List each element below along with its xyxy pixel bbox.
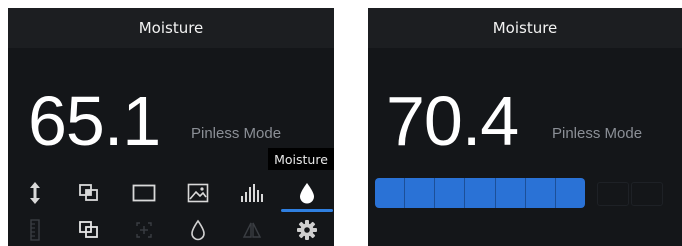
toolbar-item-overlap[interactable] bbox=[62, 172, 116, 214]
active-tab-indicator bbox=[280, 209, 333, 212]
right-screen: Moisture 70.4 Pinless Mode bbox=[368, 8, 682, 246]
bar-empty-segment bbox=[631, 182, 663, 206]
drop-outline-icon bbox=[190, 219, 206, 241]
toolbar2-item-drop[interactable] bbox=[171, 214, 225, 246]
screen-title: Moisture bbox=[492, 19, 558, 37]
toolbar-item-image[interactable] bbox=[171, 172, 225, 214]
bar-segment bbox=[556, 178, 585, 208]
bar-empty-segment bbox=[597, 182, 629, 206]
bar-segment bbox=[405, 178, 436, 208]
bar-segment bbox=[465, 178, 496, 208]
moisture-level-bar bbox=[375, 178, 675, 208]
moisture-drop-icon bbox=[299, 182, 315, 204]
image-icon bbox=[187, 183, 209, 203]
mode-label: Pinless Mode bbox=[552, 125, 643, 142]
toolbar2-item-overlap[interactable] bbox=[62, 214, 116, 246]
left-screen: Moisture 65.1 Pinless Mode Moisture bbox=[8, 8, 334, 246]
bar-segment bbox=[496, 178, 526, 208]
rectangle-icon bbox=[132, 184, 156, 202]
mode-label: Pinless Mode bbox=[191, 125, 282, 142]
toolbar-item-chart[interactable] bbox=[225, 172, 279, 214]
crosshair-icon bbox=[133, 219, 155, 241]
title-bar: Moisture bbox=[8, 8, 334, 48]
toolbar-item-moisture[interactable] bbox=[280, 172, 334, 214]
moisture-reading: 70.4 bbox=[386, 82, 519, 160]
overlap-squares-icon bbox=[78, 183, 100, 203]
bar-segment bbox=[375, 178, 406, 208]
toolbar-item-rectangle[interactable] bbox=[117, 172, 171, 214]
moisture-reading: 65.1 bbox=[28, 82, 161, 160]
toolbar2-item-settings[interactable] bbox=[280, 214, 334, 246]
arrow-updown-icon bbox=[29, 181, 41, 205]
toolbar2-item-ruler[interactable] bbox=[8, 214, 62, 246]
toolbar-secondary bbox=[8, 214, 334, 246]
gear-icon bbox=[296, 219, 318, 241]
toolbar2-item-mirror[interactable] bbox=[225, 214, 279, 246]
mirror-icon bbox=[241, 219, 263, 241]
bar-chart-icon bbox=[240, 183, 264, 203]
title-bar: Moisture bbox=[368, 8, 682, 48]
overlap-squares-icon bbox=[78, 220, 100, 240]
toolbar bbox=[8, 172, 334, 214]
tooltip: Moisture bbox=[268, 148, 334, 170]
tooltip-text: Moisture bbox=[274, 151, 328, 167]
toolbar2-item-crosshair[interactable] bbox=[117, 214, 171, 246]
bar-segment bbox=[526, 178, 556, 208]
bar-segment bbox=[435, 178, 466, 208]
screen-title: Moisture bbox=[138, 19, 204, 37]
bar-fill bbox=[375, 178, 585, 208]
ruler-icon bbox=[28, 219, 42, 241]
toolbar-item-arrows[interactable] bbox=[8, 172, 62, 214]
